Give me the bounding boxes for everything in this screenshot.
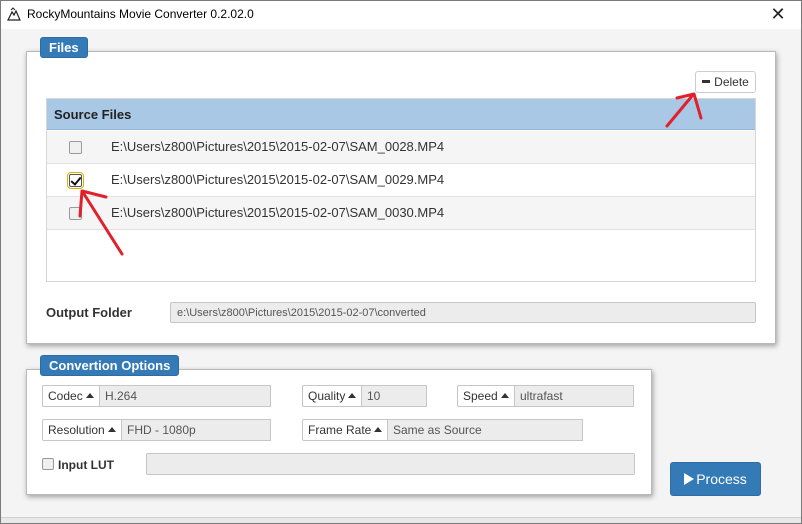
play-icon <box>684 473 695 486</box>
quality-label: Quality <box>308 389 346 403</box>
input-lut-label: Input LUT <box>58 458 114 472</box>
speed-value: ultrafast <box>515 385 634 407</box>
codec-label: Codec <box>48 389 83 403</box>
close-icon: ✕ <box>770 4 786 24</box>
mountain-app-icon <box>7 7 21 21</box>
input-lut-checkbox[interactable] <box>42 458 54 470</box>
delete-label: Delete <box>714 75 749 89</box>
options-panel-label: Convertion Options <box>40 355 180 376</box>
codec-dropdown[interactable]: Codec <box>42 385 100 407</box>
caret-up-icon <box>500 393 509 399</box>
input-lut-field[interactable] <box>146 453 635 475</box>
row-checkbox[interactable] <box>69 207 82 220</box>
resolution-value: FHD - 1080p <box>122 419 271 441</box>
speed-label: Speed <box>463 389 498 403</box>
close-button[interactable]: ✕ <box>755 1 801 29</box>
frame-rate-label: Frame Rate <box>308 423 372 437</box>
row-checkbox[interactable] <box>67 172 84 189</box>
file-path: E:\Users\z800\Pictures\2015\2015-02-07\S… <box>111 139 445 154</box>
quality-value: 10 <box>362 385 427 407</box>
files-panel-label: Files <box>40 37 88 58</box>
source-files-header: Source Files <box>54 107 132 122</box>
resolution-dropdown[interactable]: Resolution <box>42 419 122 441</box>
file-path: E:\Users\z800\Pictures\2015\2015-02-07\S… <box>111 205 445 220</box>
output-folder-label: Output Folder <box>46 305 132 320</box>
caret-up-icon <box>348 393 357 399</box>
process-button[interactable]: Process <box>670 462 761 496</box>
caret-up-icon <box>374 427 383 433</box>
window-title: RockyMountains Movie Converter 0.2.02.0 <box>27 7 254 21</box>
table-row[interactable]: E:\Users\z800\Pictures\2015\2015-02-07\S… <box>47 197 755 230</box>
caret-up-icon <box>85 393 94 399</box>
bottom-scroll-strip <box>1 517 801 523</box>
minus-icon <box>702 80 711 84</box>
process-label: Process <box>696 471 747 487</box>
table-row[interactable]: E:\Users\z800\Pictures\2015\2015-02-07\S… <box>47 131 755 164</box>
title-bar: RockyMountains Movie Converter 0.2.02.0 … <box>1 1 801 29</box>
source-files-table: Source Files E:\Users\z800\Pictures\2015… <box>46 98 756 282</box>
resolution-label: Resolution <box>48 423 105 437</box>
frame-rate-value: Same as Source <box>388 419 583 441</box>
table-header: Source Files <box>47 99 755 130</box>
codec-value: H.264 <box>100 385 271 407</box>
file-path: E:\Users\z800\Pictures\2015\2015-02-07\S… <box>111 172 445 187</box>
table-row[interactable]: E:\Users\z800\Pictures\2015\2015-02-07\S… <box>47 164 755 197</box>
delete-button[interactable]: Delete <box>695 71 756 93</box>
output-folder-field[interactable] <box>170 302 756 323</box>
speed-dropdown[interactable]: Speed <box>457 385 515 407</box>
caret-up-icon <box>107 427 116 433</box>
frame-rate-dropdown[interactable]: Frame Rate <box>302 419 388 441</box>
row-checkbox[interactable] <box>69 141 82 154</box>
quality-dropdown[interactable]: Quality <box>302 385 362 407</box>
